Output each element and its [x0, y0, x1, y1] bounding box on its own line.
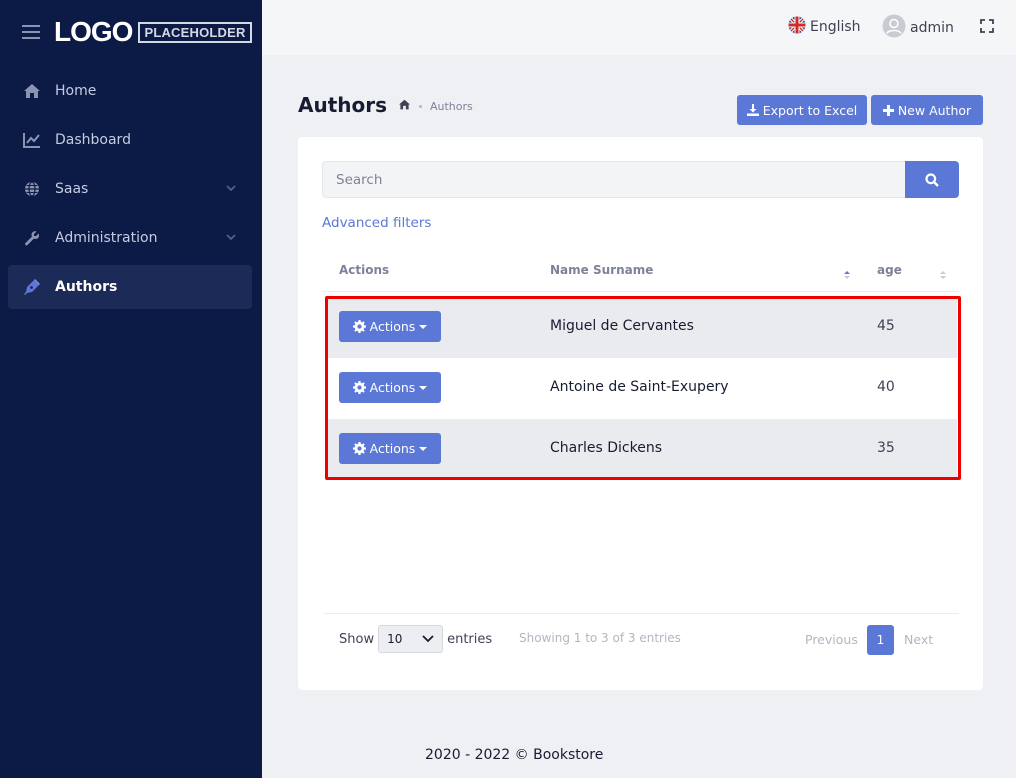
- username-label: admin: [910, 20, 954, 36]
- fullscreen-icon[interactable]: [980, 19, 994, 33]
- chart-line-icon: [22, 130, 42, 150]
- row-actions-button[interactable]: Actions: [339, 433, 441, 464]
- search-icon: [925, 172, 939, 187]
- sidebar-menu: Home Dashboard Saas Administration Autho…: [0, 69, 262, 309]
- sidebar-item-label: Home: [55, 83, 97, 99]
- sidebar-item-authors[interactable]: Authors: [8, 265, 252, 309]
- pen-icon: [22, 277, 42, 297]
- sidebar-item-label: Dashboard: [55, 132, 131, 148]
- table-header-divider: [322, 291, 959, 292]
- search-bar: [322, 161, 959, 198]
- sort-icon[interactable]: [940, 271, 946, 279]
- sidebar: LOGO PLACEHOLDER Home Dashboard Saas Adm…: [0, 0, 262, 778]
- page-title: Authors: [298, 93, 388, 117]
- row-actions-button[interactable]: Actions: [339, 311, 441, 342]
- uk-flag-icon: [788, 16, 806, 38]
- wrench-icon: [22, 228, 42, 248]
- column-header-age[interactable]: age: [877, 263, 902, 277]
- actions-label: Actions: [369, 441, 416, 456]
- download-icon: [746, 104, 759, 116]
- breadcrumb-separator: [419, 104, 422, 108]
- pagination-page-1[interactable]: 1: [867, 625, 894, 655]
- cell-age: 40: [877, 379, 895, 395]
- gear-icon: [352, 320, 366, 333]
- caret-down-icon: [419, 446, 428, 451]
- logo: LOGO: [54, 16, 133, 47]
- table-row: Actions Miguel de Cervantes 45: [326, 297, 957, 358]
- search-button[interactable]: [905, 161, 959, 198]
- sidebar-item-saas[interactable]: Saas: [8, 167, 252, 211]
- breadcrumb-item[interactable]: Authors: [430, 100, 473, 113]
- hamburger-menu-icon[interactable]: [22, 25, 40, 39]
- caret-down-icon: [419, 324, 428, 329]
- breadcrumb: Authors: [398, 99, 473, 113]
- language-selector[interactable]: English: [788, 16, 861, 38]
- cell-name: Charles Dickens: [550, 440, 662, 456]
- globe-icon: [22, 179, 42, 199]
- pagination-info: Showing 1 to 3 of 3 entries: [519, 631, 681, 645]
- cell-name: Miguel de Cervantes: [550, 318, 694, 334]
- actions-label: Actions: [369, 319, 416, 334]
- table-footer-divider: [324, 613, 959, 614]
- top-header: English admin: [262, 0, 1016, 55]
- page-size-select[interactable]: 10: [378, 625, 444, 653]
- table-row: Actions Charles Dickens 35: [326, 419, 957, 480]
- column-header-name[interactable]: Name Surname: [550, 263, 653, 277]
- sidebar-item-label: Administration: [55, 230, 158, 246]
- export-label: Export to Excel: [762, 102, 858, 118]
- new-author-button[interactable]: New Author: [871, 95, 983, 125]
- logo-placeholder: PLACEHOLDER: [138, 21, 252, 43]
- chevron-down-icon: [226, 234, 236, 241]
- page-size-control: Show 10 entries: [339, 625, 492, 653]
- advanced-filters-link[interactable]: Advanced filters: [322, 215, 431, 231]
- cell-age: 35: [877, 440, 895, 456]
- caret-down-icon: [419, 385, 428, 390]
- chevron-down-icon: [226, 185, 236, 192]
- sidebar-item-administration[interactable]: Administration: [8, 216, 252, 260]
- sort-asc-icon[interactable]: [844, 271, 850, 279]
- sidebar-item-dashboard[interactable]: Dashboard: [8, 118, 252, 162]
- gear-icon: [352, 442, 366, 455]
- authors-card: Advanced filters Actions Name Surname ag…: [298, 137, 983, 690]
- actions-label: Actions: [369, 380, 416, 395]
- pagination-next[interactable]: Next: [904, 632, 933, 647]
- search-input[interactable]: [322, 161, 905, 198]
- user-menu[interactable]: admin: [882, 14, 954, 42]
- column-header-actions: Actions: [339, 263, 390, 277]
- home-icon[interactable]: [398, 99, 411, 113]
- home-icon: [22, 81, 42, 101]
- language-label: English: [810, 19, 861, 35]
- brand: LOGO PLACEHOLDER: [0, 0, 262, 64]
- avatar: [882, 14, 906, 42]
- show-label: Show: [339, 631, 375, 647]
- export-excel-button[interactable]: Export to Excel: [737, 95, 867, 125]
- new-author-label: New Author: [897, 102, 972, 118]
- row-actions-button[interactable]: Actions: [339, 372, 441, 403]
- sidebar-item-label: Authors: [55, 279, 118, 295]
- plus-icon: [882, 104, 894, 116]
- chevron-down-icon: [422, 635, 434, 643]
- page-size-value: 10: [387, 632, 403, 646]
- cell-age: 45: [877, 318, 895, 334]
- cell-name: Antoine de Saint-Exupery: [550, 379, 729, 395]
- table-row: Actions Antoine de Saint-Exupery 40: [326, 358, 957, 419]
- sidebar-item-home[interactable]: Home: [8, 69, 252, 113]
- copyright: 2020 - 2022 © Bookstore: [425, 747, 604, 763]
- entries-label: entries: [447, 631, 493, 647]
- sidebar-item-label: Saas: [55, 181, 89, 197]
- pagination-previous[interactable]: Previous: [805, 632, 858, 647]
- gear-icon: [352, 381, 366, 394]
